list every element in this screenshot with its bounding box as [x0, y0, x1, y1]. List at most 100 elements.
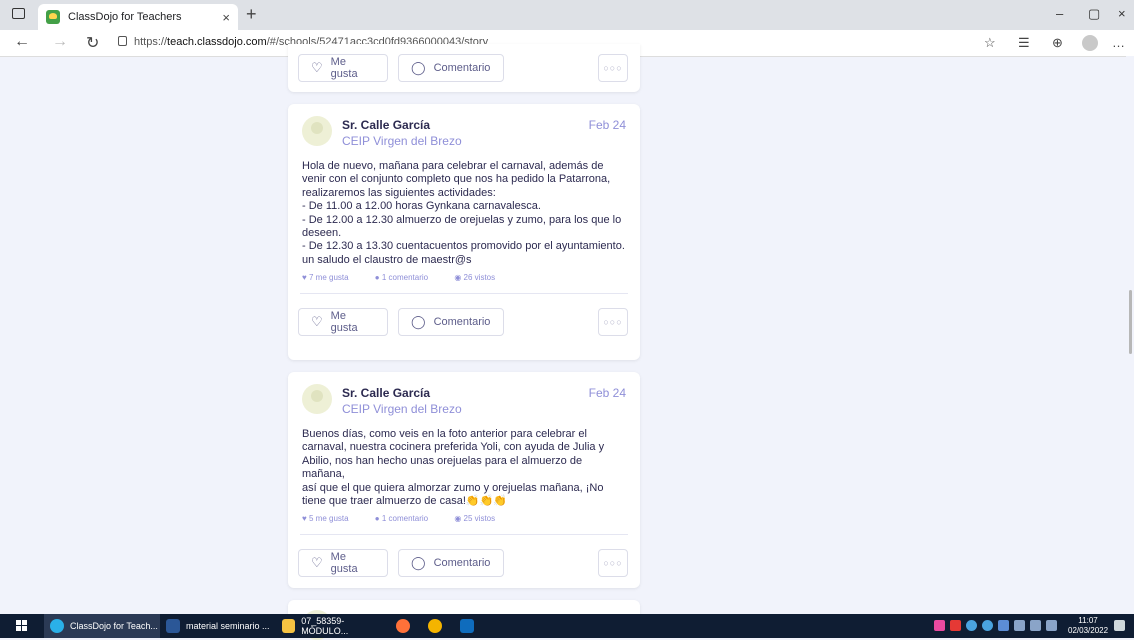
post-line: un saludo el claustro de maestr@s	[302, 253, 472, 266]
onedrive-icon[interactable]	[982, 620, 993, 631]
chrome-icon	[428, 619, 442, 633]
views-count[interactable]: ◉ 26 vistos	[454, 273, 507, 282]
post-line: - De 12.00 a 12.30 almuerzo de orejuelas…	[302, 213, 622, 226]
post-body: Buenos días, como veis en la foto anteri…	[288, 428, 640, 508]
profile-avatar-icon[interactable]	[1082, 35, 1098, 51]
post-author[interactable]: Sr. Calle García	[342, 118, 430, 132]
like-button[interactable]: ♡ Me gusta	[298, 549, 388, 578]
notifications-icon[interactable]	[1114, 620, 1125, 631]
like-label: Me gusta	[330, 310, 358, 335]
comment-button[interactable]: ◯ Comentario	[398, 54, 504, 82]
taskbar-app-label: material seminario ...	[186, 621, 270, 631]
tab-actions-icon[interactable]	[12, 8, 25, 19]
comments-count[interactable]: ● 1 comentario	[375, 514, 440, 523]
views-count[interactable]: ◉ 25 vistos	[454, 514, 507, 523]
post-line: tiene que traer almuerzo de casa!👏👏👏	[302, 495, 507, 508]
more-options-button[interactable]: ○○○	[598, 308, 628, 337]
likes-count[interactable]: ♥ 5 me gusta	[302, 514, 361, 523]
avatar[interactable]	[302, 116, 332, 146]
more-options-button[interactable]: ○○○	[598, 54, 628, 82]
comment-button[interactable]: ◯ Comentario	[398, 308, 504, 337]
comment-label: Comentario	[433, 62, 491, 74]
close-window-button[interactable]: ×	[1118, 6, 1126, 21]
post-line: así que el que quiera almorzar zumo y or…	[302, 481, 604, 494]
menu-dots-icon[interactable]: …	[1112, 35, 1125, 50]
comments-text: 1 comentario	[381, 514, 429, 524]
word-icon	[166, 619, 180, 633]
tab-close-icon[interactable]: ×	[222, 10, 230, 25]
comment-label: Comentario	[433, 557, 491, 570]
like-button[interactable]: ♡ Me gusta	[298, 308, 388, 337]
like-button[interactable]: ♡ Me gusta	[298, 54, 388, 82]
tray-app-icon[interactable]	[950, 620, 961, 631]
more-options-button[interactable]: ○○○	[598, 549, 628, 578]
browser-tab-bar: ClassDojo for Teachers × + – ▢ ×	[0, 0, 1134, 30]
comment-icon: ◯	[411, 555, 426, 571]
back-arrow-icon[interactable]: ←	[14, 33, 30, 51]
firefox-icon	[396, 619, 410, 633]
post-date: Feb 24	[588, 118, 626, 132]
refresh-icon[interactable]: ↻	[86, 33, 99, 53]
onedrive-icon[interactable]	[966, 620, 977, 631]
comments-count[interactable]: ● 1 comentario	[375, 273, 440, 282]
post-header: Sr. Calle García CEIP Virgen del Brezo F…	[288, 372, 640, 428]
windows-taskbar: ClassDojo for Teach... material seminari…	[0, 614, 1134, 638]
tray-app-icon[interactable]	[934, 620, 945, 631]
display-icon[interactable]	[1030, 620, 1041, 631]
volume-icon[interactable]	[1046, 620, 1057, 631]
tray-app-icon[interactable]	[998, 620, 1009, 631]
network-icon[interactable]	[1014, 620, 1025, 631]
forward-arrow-icon[interactable]: →	[52, 33, 68, 51]
collections-icon[interactable]: ⊕	[1052, 35, 1063, 51]
post-line: carnaval, nuestra cocinera preferida Yol…	[302, 441, 605, 454]
taskbar-clock[interactable]: 11:07 02/03/2022	[1068, 616, 1108, 636]
scrollbar-thumb[interactable]	[1129, 290, 1132, 354]
heart-icon: ♡	[311, 555, 323, 571]
post-card-previous: ♡ Me gusta ◯ Comentario ○○○	[288, 44, 640, 92]
maximize-button[interactable]: ▢	[1088, 6, 1100, 22]
taskbar-outlook[interactable]	[460, 614, 480, 638]
comment-button[interactable]: ◯ Comentario	[398, 549, 504, 578]
likes-text: 7 me gusta	[308, 273, 349, 283]
heart-icon: ♡	[311, 314, 323, 330]
post-card: Sr. Calle García CEIP Virgen del Brezo F…	[288, 104, 640, 360]
favorites-list-icon[interactable]: ☰	[1018, 35, 1030, 51]
classdojo-favicon-icon	[46, 10, 60, 24]
new-tab-button[interactable]: +	[246, 4, 257, 25]
avatar[interactable]	[302, 384, 332, 414]
post-stats: ♥ 5 me gusta ● 1 comentario ◉ 25 vistos	[288, 508, 640, 534]
lock-icon[interactable]	[118, 36, 127, 46]
taskbar-app-word[interactable]: material seminario ...	[162, 614, 274, 638]
clock-date: 02/03/2022	[1068, 626, 1109, 635]
likes-text: 5 me gusta	[308, 514, 349, 524]
taskbar-chrome[interactable]	[428, 614, 448, 638]
post-actions: ♡ Me gusta ◯ Comentario ○○○	[288, 535, 640, 591]
post-card: Sr. Calle García CEIP Virgen del Brezo F…	[288, 372, 640, 588]
taskbar-firefox[interactable]	[396, 614, 416, 638]
likes-count[interactable]: ♥ 7 me gusta	[302, 273, 361, 282]
browser-tab[interactable]: ClassDojo for Teachers ×	[38, 4, 238, 30]
taskbar-app-file[interactable]: 07_58359-MÓDULO...	[278, 614, 386, 638]
post-actions: ♡ Me gusta ◯ Comentario ○○○	[288, 294, 640, 350]
url-prefix: https://	[134, 36, 168, 48]
comment-icon: ◯	[411, 314, 426, 330]
post-card-next	[288, 600, 640, 640]
post-line: Abilio, nos han hecho unas orejuelas par…	[302, 454, 583, 481]
taskbar-app-edge[interactable]: ClassDojo for Teach...	[44, 614, 160, 638]
like-label: Me gusta	[330, 56, 358, 80]
comments-text: 1 comentario	[381, 273, 429, 283]
post-author[interactable]: Sr. Calle García	[342, 386, 430, 400]
windows-start-icon[interactable]	[16, 620, 28, 632]
like-label: Me gusta	[330, 551, 358, 576]
post-school: CEIP Virgen del Brezo	[342, 134, 462, 148]
comment-label: Comentario	[433, 316, 491, 329]
minimize-button[interactable]: –	[1056, 6, 1063, 21]
tab-title: ClassDojo for Teachers	[68, 11, 182, 23]
post-line: Buenos días, como veis en la foto anteri…	[302, 428, 587, 440]
post-line: realizaremos las siguientes actividades:	[302, 186, 496, 199]
post-line: Hola de nuevo, mañana para celebrar el c…	[302, 160, 604, 172]
favorites-star-icon[interactable]: ☆	[984, 35, 996, 51]
edge-browser-icon	[50, 619, 64, 633]
post-stats: ♥ 7 me gusta ● 1 comentario ◉ 26 vistos	[288, 267, 640, 293]
clock-time: 11:07	[1078, 616, 1098, 625]
